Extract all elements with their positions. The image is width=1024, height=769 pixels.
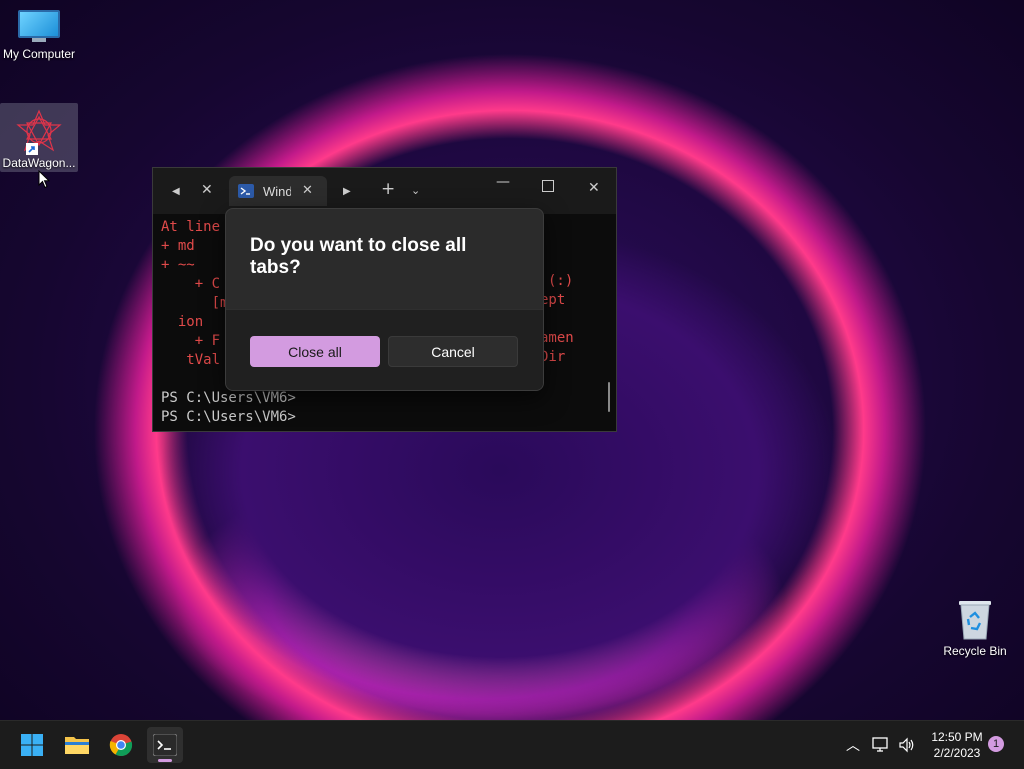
clock[interactable]: 12:50 PM 2/2/2023 (922, 729, 992, 761)
prompt-line: PS C:\Users\VM6> (161, 390, 296, 406)
desktop-icon-label: Recycle Bin (943, 644, 1007, 658)
dialog-title: Do you want to close all tabs? (250, 235, 467, 278)
powershell-icon (238, 184, 254, 198)
my-computer-icon (18, 10, 60, 44)
chevron-down-icon[interactable]: ⌄ (411, 184, 420, 197)
network-icon[interactable] (872, 737, 890, 753)
tab-close-icon[interactable]: ✕ (302, 182, 313, 198)
mouse-pointer-icon (38, 170, 50, 189)
terminal-scrollbar[interactable] (608, 382, 610, 412)
close-all-tabs-dialog: Do you want to close all tabs? Close all… (225, 208, 544, 391)
chrome-icon (109, 734, 133, 757)
desktop-icon-label: DataWagon... (2, 156, 76, 170)
terminal-icon (153, 734, 177, 756)
desktop-icon-recycle-bin[interactable]: Recycle Bin (936, 597, 1014, 658)
tab-powershell[interactable]: Wind ✕ (229, 176, 327, 206)
clock-date: 2/2/2023 (933, 746, 981, 760)
volume-icon[interactable] (898, 737, 916, 753)
dialog-footer: Close all Cancel (226, 309, 543, 390)
file-explorer-button[interactable] (59, 727, 95, 763)
desktop-icon-my-computer[interactable]: My Computer (0, 0, 78, 61)
taskbar: ︿ 12:50 PM 2/2/2023 (0, 720, 1024, 769)
terminal-taskbar-button[interactable] (147, 727, 183, 763)
shortcut-arrow-icon (26, 143, 38, 155)
desktop-icon-datawagon[interactable]: DataWagon... (0, 103, 78, 172)
show-hidden-icons-chevron-icon[interactable]: ︿ (846, 735, 860, 755)
system-tray: ︿ (846, 721, 916, 769)
close-all-button[interactable]: Close all (250, 336, 380, 367)
notification-badge[interactable]: 1 (988, 736, 1004, 752)
clock-time: 12:50 PM (931, 730, 983, 744)
close-window-icon[interactable]: ✕ (588, 180, 600, 196)
chrome-button[interactable] (103, 727, 139, 763)
cancel-button[interactable]: Cancel (388, 336, 518, 367)
error-fragment: amen (540, 330, 574, 346)
close-tab-icon[interactable]: ✕ (201, 182, 213, 198)
new-tab-icon[interactable]: + (381, 179, 395, 199)
recycle-bin-icon (957, 597, 993, 641)
error-fragment: (:) (548, 273, 574, 289)
scroll-tabs-right-icon[interactable]: ▶ (343, 186, 351, 197)
prompt-line: PS C:\Users\VM6> (161, 409, 296, 425)
folder-icon (65, 737, 89, 754)
scroll-tabs-left-icon[interactable]: ◀ (172, 186, 180, 197)
windows-logo-icon (21, 734, 43, 756)
maximize-icon[interactable] (542, 180, 554, 192)
start-button[interactable] (14, 727, 50, 763)
tab-title: Wind (263, 184, 291, 199)
desktop-icon-label: My Computer (2, 47, 76, 61)
datawagon-app-icon (16, 109, 62, 155)
minimize-icon[interactable]: — (496, 174, 510, 190)
